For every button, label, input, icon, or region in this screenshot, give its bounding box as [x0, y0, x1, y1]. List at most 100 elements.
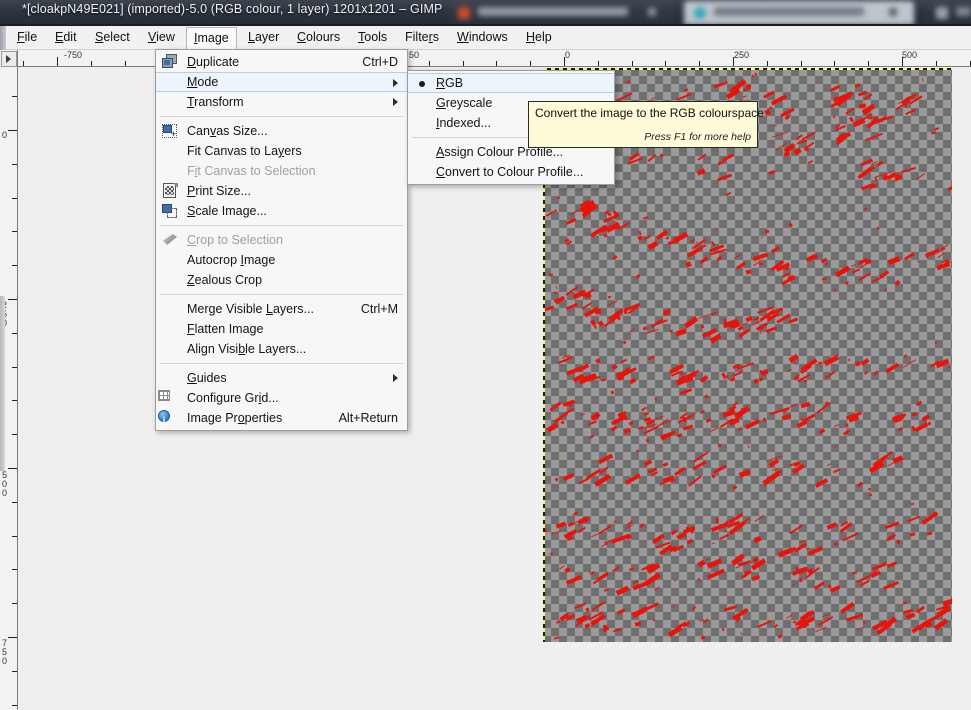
- ruler-tick: [12, 400, 17, 402]
- paint-mark: [555, 521, 567, 529]
- close-icon[interactable]: [648, 8, 656, 16]
- paint-mark: [921, 77, 924, 82]
- paint-mark: [788, 354, 799, 363]
- menu-item-guides[interactable]: Guides: [156, 368, 407, 388]
- paint-mark: [906, 515, 920, 523]
- ruler-tick: [631, 61, 633, 66]
- menu-item-duplicate[interactable]: Duplicate Ctrl+D: [156, 52, 407, 72]
- menu-view[interactable]: View: [141, 27, 182, 48]
- paint-mark: [611, 363, 619, 370]
- paint-mark: [757, 620, 772, 629]
- menu-item-zealous-crop[interactable]: Zealous Crop: [156, 270, 407, 290]
- paint-mark: [553, 209, 558, 213]
- ruler-corner-menu-button[interactable]: [1, 51, 17, 67]
- tooltip-text: Convert the image to the RGB colourspace: [535, 106, 764, 120]
- menu-tools[interactable]: Tools: [351, 27, 394, 48]
- paint-mark: [856, 626, 865, 631]
- browser-tab-3[interactable]: [926, 1, 971, 25]
- menu-edit[interactable]: Edit: [48, 27, 84, 48]
- paint-mark: [654, 398, 658, 402]
- paint-mark: [851, 264, 857, 268]
- paint-mark: [580, 413, 585, 417]
- menu-item-flatten-image[interactable]: Flatten Image: [156, 319, 407, 339]
- paint-mark: [577, 526, 586, 533]
- ruler-tick: [834, 61, 836, 66]
- paint-mark: [683, 316, 698, 329]
- menu-item-crop-to-selection: Crop to Selection: [156, 230, 407, 250]
- paint-mark: [590, 570, 596, 575]
- ruler-tick: [597, 61, 599, 66]
- paint-mark: [723, 605, 736, 612]
- paint-mark: [770, 408, 785, 415]
- mode-item-convert-to-colour-profile[interactable]: Convert to Colour Profile...: [408, 162, 614, 182]
- menu-colours[interactable]: Colours: [290, 27, 347, 48]
- menu-item-transform[interactable]: Transform: [156, 92, 407, 112]
- menu-item-shortcut: Ctrl+M: [360, 302, 398, 316]
- paint-mark: [798, 577, 803, 582]
- paint-mark: [611, 566, 620, 573]
- menu-item-shortcut: Ctrl+D: [362, 55, 398, 69]
- ruler-tick: [23, 61, 25, 66]
- paint-mark: [880, 119, 884, 123]
- paint-mark: [610, 425, 617, 432]
- paint-mark: [777, 634, 783, 639]
- paint-mark: [936, 252, 944, 259]
- menu-file[interactable]: File: [10, 27, 44, 48]
- menu-item-fit-canvas-to-layers[interactable]: Fit Canvas to Layers: [156, 141, 407, 161]
- paint-mark: [549, 401, 562, 412]
- menu-item-autocrop-image[interactable]: Autocrop Image: [156, 250, 407, 270]
- paint-mark: [565, 407, 575, 414]
- paint-mark: [821, 309, 824, 312]
- menu-help[interactable]: Help: [519, 27, 559, 48]
- tooltip-help-hint: Press F1 for more help: [644, 131, 751, 143]
- browser-tab-1[interactable]: [448, 1, 673, 25]
- menu-layer[interactable]: Layer: [241, 27, 286, 48]
- paint-mark: [807, 159, 813, 165]
- menu-item-configure-grid[interactable]: Configure Grid...: [156, 388, 407, 408]
- ruler-label: 750: [2, 638, 8, 666]
- menu-item-label: Mode: [187, 75, 219, 89]
- menu-item-image-properties[interactable]: Image Properties Alt+Return: [156, 408, 407, 430]
- paint-mark: [846, 613, 863, 622]
- ruler-tick: [462, 61, 464, 66]
- paint-mark: [768, 170, 775, 175]
- mode-item-label: Greyscale: [436, 96, 493, 110]
- paint-mark: [553, 636, 559, 640]
- menu-image[interactable]: Image: [186, 27, 237, 50]
- menu-item-print-size[interactable]: Print Size...: [156, 181, 407, 201]
- ruler-tick: [8, 299, 17, 300]
- ruler-tick: [766, 61, 768, 66]
- paint-mark: [886, 460, 897, 467]
- menu-item-merge-visible-layers[interactable]: Merge Visible Layers... Ctrl+M: [156, 299, 407, 319]
- menu-filters[interactable]: Filters: [398, 27, 446, 48]
- paint-mark: [553, 291, 557, 294]
- menu-item-canvas-size[interactable]: + Canvas Size...: [156, 121, 407, 141]
- close-icon[interactable]: [889, 8, 897, 16]
- paint-mark: [801, 131, 816, 141]
- ruler-tick: [12, 603, 17, 605]
- menu-windows[interactable]: Windows: [450, 27, 515, 48]
- ruler-tick: [12, 704, 17, 706]
- paint-mark: [784, 266, 790, 270]
- paint-mark: [546, 422, 560, 433]
- left-scroll-gutter[interactable]: [0, 296, 5, 471]
- menu-item-scale-image[interactable]: Scale Image...: [156, 201, 407, 221]
- paint-mark: [768, 606, 771, 609]
- browser-tab-2[interactable]: [684, 1, 914, 25]
- paint-mark: [718, 533, 729, 540]
- menu-select[interactable]: Select: [88, 27, 137, 48]
- image-menu-popup[interactable]: Duplicate Ctrl+D Mode Transform + Canvas Size…: [155, 49, 408, 431]
- paint-mark: [699, 635, 706, 641]
- paint-mark: [565, 302, 578, 311]
- menu-item-align-visible-layers[interactable]: Align Visible Layers...: [156, 339, 407, 359]
- mode-item-rgb[interactable]: RGB: [408, 73, 614, 93]
- menu-item-label: Image Properties: [187, 411, 283, 425]
- menu-item-mode[interactable]: Mode: [156, 72, 407, 92]
- menu-separator: [160, 294, 403, 295]
- menu-separator: [160, 116, 403, 117]
- paint-mark: [560, 420, 565, 424]
- paint-mark: [710, 427, 720, 433]
- paint-mark: [769, 106, 773, 110]
- paint-mark: [670, 605, 676, 608]
- paint-mark: [647, 241, 658, 250]
